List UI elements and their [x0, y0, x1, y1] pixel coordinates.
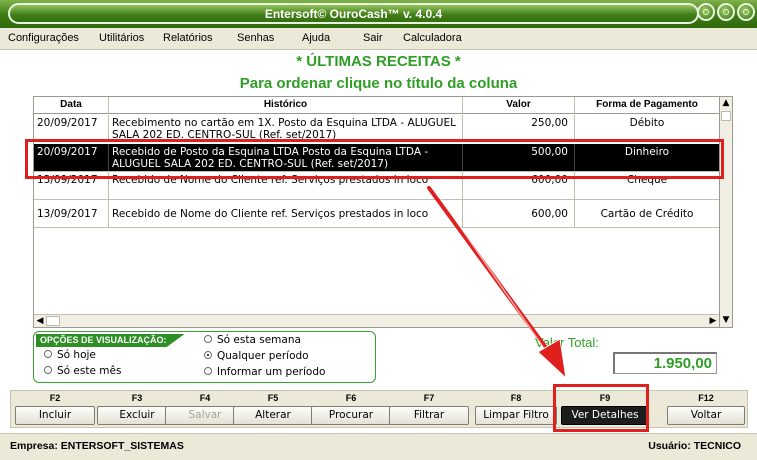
table-row[interactable]: 13/09/2017 Recebido de Nome do Cliente r… [34, 200, 719, 228]
view-options-title: OPÇÕES DE VISUALIZAÇÃO: [36, 334, 185, 347]
procurar-button[interactable]: Procurar [311, 406, 391, 425]
minimize-icon[interactable] [697, 3, 715, 21]
menu-relatorios[interactable]: Relatórios [163, 32, 213, 44]
function-key-bar: F2 Incluir F3 Excluir F4 Salvar F5 Alter… [10, 390, 748, 428]
table-row-selected[interactable]: 20/09/2017 Recebido de Posto da Esquina … [34, 144, 719, 172]
status-bar: Empresa: ENTERSOFT_SISTEMAS Usuário: TEC… [0, 433, 757, 460]
cell-payment: Débito [629, 117, 665, 129]
table-row[interactable]: 13/09/2017 Recebido de Nome do Cliente r… [34, 172, 719, 200]
grid-header: Data Histórico Valor Forma de Pagamento [34, 97, 719, 114]
radio-dot-icon [44, 366, 52, 374]
fkey-filtrar: F7 Filtrar [389, 393, 469, 425]
close-icon[interactable] [737, 3, 755, 21]
scroll-down-icon[interactable]: ▼ [720, 314, 732, 327]
radio-label: Qualquer período [217, 350, 309, 362]
cell-value: 250,00 [463, 115, 575, 140]
title-capsule: Entersoft© OuroCash™ v. 4.0.4 [8, 3, 699, 24]
menu-bar: Configurações Utilitários Relatórios Sen… [0, 28, 757, 50]
fkey-ver-detalhes: F9 Ver Detalhes [561, 393, 649, 425]
fkey-procurar: F6 Procurar [311, 393, 391, 425]
cell-history: Recebido de Nome do Cliente ref. Serviço… [109, 200, 463, 227]
fkey-label: F9 [599, 393, 611, 403]
fkey-label: F2 [49, 393, 61, 403]
radio-label: Só este mês [57, 365, 122, 377]
radio-label: Só esta semana [217, 334, 301, 346]
total-value: 1.950,00 [613, 352, 717, 374]
cell-date: 20/09/2017 [34, 144, 109, 171]
radio-informar-periodo[interactable]: Informar um período [204, 366, 325, 378]
view-options-panel: OPÇÕES DE VISUALIZAÇÃO: Só hoje Só este … [33, 331, 376, 383]
cell-date: 13/09/2017 [34, 200, 109, 227]
fkey-limpar-filtro: F8 Limpar Filtro [475, 393, 557, 425]
limpar-filtro-button[interactable]: Limpar Filtro [475, 406, 557, 425]
fkey-label: F8 [510, 393, 522, 403]
horizontal-scroll-thumb[interactable] [46, 316, 60, 326]
cell-value: 600,00 [463, 172, 575, 199]
radio-dot-checked-icon [204, 351, 212, 359]
cell-date: 20/09/2017 [34, 115, 109, 140]
fkey-alterar: F5 Alterar [233, 393, 313, 425]
radio-dot-icon [44, 350, 52, 358]
radio-dot-icon [204, 335, 212, 343]
fkey-label: F6 [345, 393, 357, 403]
cell-payment: Cartão de Crédito [600, 208, 694, 220]
status-company: Empresa: ENTERSOFT_SISTEMAS [10, 440, 184, 452]
radio-so-este-mes[interactable]: Só este mês [44, 365, 121, 377]
radio-label: Só hoje [57, 349, 96, 361]
menu-configuracoes[interactable]: Configurações [8, 32, 79, 44]
radio-dot-icon [204, 367, 212, 375]
cell-history: Recebimento no cartão em 1X. Posto da Es… [109, 115, 463, 140]
cell-payment: Cheque [626, 174, 668, 186]
column-header-historico[interactable]: Histórico [109, 97, 463, 114]
fkey-label: F5 [267, 393, 279, 403]
menu-utilitarios[interactable]: Utilitários [99, 32, 144, 44]
menu-calculadora[interactable]: Calculadora [403, 32, 462, 44]
cell-value: 600,00 [463, 200, 575, 227]
window-title: Entersoft© OuroCash™ v. 4.0.4 [264, 7, 443, 21]
menu-senhas[interactable]: Senhas [237, 32, 274, 44]
ver-detalhes-button[interactable]: Ver Detalhes [561, 406, 649, 425]
title-bar: Entersoft© OuroCash™ v. 4.0.4 [0, 0, 757, 28]
column-header-forma-pagamento[interactable]: Forma de Pagamento [575, 97, 719, 114]
page-subtitle: Para ordenar clique no título da coluna [239, 75, 518, 92]
fkey-incluir: F2 Incluir [15, 393, 95, 425]
cell-value: 500,00 [463, 144, 575, 171]
radio-qualquer-periodo[interactable]: Qualquer período [204, 350, 309, 362]
page-title: * ÚLTIMAS RECEITAS * [296, 53, 461, 70]
fkey-label: F7 [423, 393, 435, 403]
cell-history: Recebido de Posto da Esquina LTDA Posto … [109, 144, 463, 171]
menu-sair[interactable]: Sair [363, 32, 383, 44]
status-user: Usuário: TECNICO [648, 440, 741, 452]
cell-history: Recebido de Nome do Cliente ref. Serviço… [109, 172, 463, 199]
incluir-button[interactable]: Incluir [15, 406, 95, 425]
radio-so-esta-semana[interactable]: Só esta semana [204, 334, 301, 346]
scroll-left-icon[interactable]: ◀ [34, 315, 46, 327]
cell-date: 13/09/2017 [34, 172, 109, 199]
fkey-label: F12 [698, 393, 714, 403]
cell-payment: Dinheiro [624, 146, 670, 158]
receipts-grid[interactable]: Data Histórico Valor Forma de Pagamento … [33, 96, 733, 328]
maximize-icon[interactable] [717, 3, 735, 21]
radio-so-hoje[interactable]: Só hoje [44, 349, 96, 361]
vertical-scroll-thumb[interactable] [721, 111, 731, 121]
scroll-up-icon[interactable]: ▲ [720, 97, 732, 110]
horizontal-scrollbar[interactable]: ◀ ▶ [34, 314, 719, 327]
scroll-right-icon[interactable]: ▶ [707, 315, 719, 327]
menu-ajuda[interactable]: Ajuda [302, 32, 330, 44]
total-label: Valor Total: [535, 335, 599, 350]
table-row[interactable]: 20/09/2017 Recebimento no cartão em 1X. … [34, 115, 719, 141]
voltar-button[interactable]: Voltar [667, 406, 745, 425]
column-header-valor[interactable]: Valor [463, 97, 575, 114]
alterar-button[interactable]: Alterar [233, 406, 313, 425]
filtrar-button[interactable]: Filtrar [389, 406, 469, 425]
fkey-voltar: F12 Voltar [667, 393, 745, 425]
column-header-data[interactable]: Data [34, 97, 109, 114]
vertical-scrollbar[interactable]: ▲ ▼ [719, 97, 732, 327]
radio-label: Informar um período [217, 366, 326, 378]
